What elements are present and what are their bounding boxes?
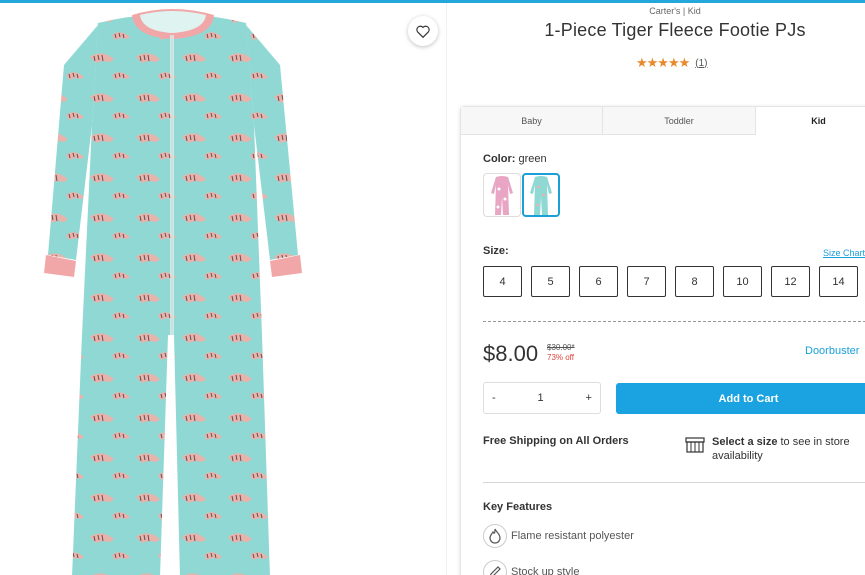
green-pajama-thumbnail — [530, 176, 552, 215]
product-title: 1-Piece Tiger Fleece Footie PJs — [544, 20, 806, 40]
star-rating-icon: ★★★★★ — [636, 55, 690, 70]
size-option-7[interactable]: 7 — [627, 266, 666, 297]
tab-toddler[interactable]: Toddler — [603, 107, 756, 135]
tab-kid[interactable]: Kid — [756, 107, 865, 135]
size-option-5[interactable]: 5 — [531, 266, 570, 297]
size-option-4[interactable]: 4 — [483, 266, 522, 297]
pink-pajama-thumbnail — [491, 176, 513, 215]
brand-line: Carter's | Kid — [649, 6, 701, 16]
sale-price: $8.00 — [483, 341, 539, 366]
size-option-14[interactable]: 14 — [819, 266, 858, 297]
tab-baby[interactable]: Baby — [461, 107, 603, 135]
rating: ★★★★★ (1) — [636, 55, 708, 71]
pencil-icon — [483, 560, 507, 575]
select-size-prompt: Select a size — [712, 436, 778, 448]
feature-label: Stock up style — [511, 566, 580, 575]
favorite-button[interactable] — [408, 16, 438, 46]
original-price: $30.00* — [547, 343, 575, 352]
discount-percent: 73% off — [547, 353, 574, 362]
quantity-decrease-button[interactable]: - — [492, 392, 496, 404]
free-shipping-text: Free Shipping on All Orders — [483, 435, 629, 447]
feature-item: Stock up style — [483, 560, 579, 575]
product-image — [44, 9, 302, 575]
feature-label: Flame resistant polyester — [511, 530, 634, 542]
color-label-title: Color: — [483, 153, 516, 165]
size-chart-link[interactable]: Size Chart — [823, 248, 865, 258]
size-label: Size: — [483, 245, 509, 257]
quantity-stepper: - 1 + — [483, 382, 601, 414]
size-option-8[interactable]: 8 — [675, 266, 714, 297]
doorbuster-badge: Doorbuster — [805, 345, 860, 357]
heart-icon — [416, 25, 430, 38]
store-availability-text: Select a size to see in store availabili… — [712, 435, 865, 463]
size-options: 4 5 6 7 8 10 12 14 — [483, 266, 858, 297]
key-features-title: Key Features — [483, 501, 553, 513]
size-option-12[interactable]: 12 — [771, 266, 810, 297]
quantity-increase-button[interactable]: + — [586, 392, 592, 404]
color-swatch-pink[interactable] — [483, 173, 521, 217]
quantity-value[interactable]: 1 — [538, 392, 544, 404]
size-group-tabs: Baby Toddler Kid — [461, 107, 865, 135]
color-value: green — [518, 153, 547, 165]
flame-icon — [483, 524, 507, 548]
add-to-cart-button[interactable]: Add to Cart — [616, 383, 865, 414]
purchase-panel: Baby Toddler Kid Color: green Size: Size… — [460, 106, 865, 575]
product-image-area[interactable] — [0, 3, 446, 575]
feature-item: Flame resistant polyester — [483, 524, 634, 548]
review-count-link[interactable]: (1) — [695, 58, 707, 69]
size-option-10[interactable]: 10 — [723, 266, 762, 297]
color-swatch-green[interactable] — [522, 173, 560, 217]
dashed-divider — [483, 321, 865, 322]
color-label: Color: green — [483, 153, 547, 165]
store-icon — [685, 437, 705, 453]
panel-divider — [446, 3, 447, 575]
section-divider — [483, 482, 865, 483]
size-option-6[interactable]: 6 — [579, 266, 618, 297]
